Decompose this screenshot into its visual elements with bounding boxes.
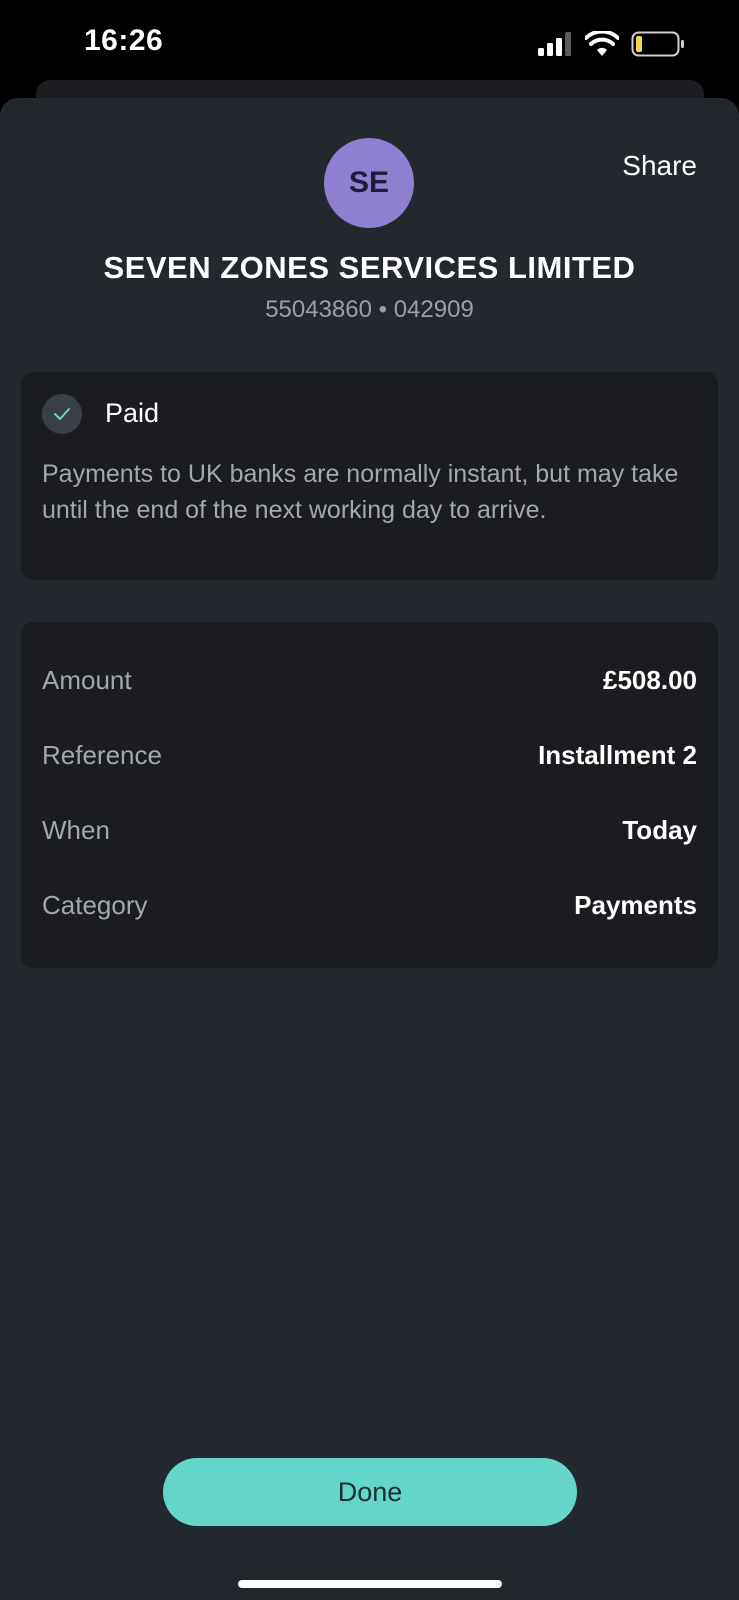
share-button[interactable]: Share xyxy=(622,150,697,182)
payment-details-card: Amount £508.00 Reference Installment 2 W… xyxy=(21,622,718,968)
avatar: SE xyxy=(324,138,414,228)
status-label: Paid xyxy=(105,398,160,428)
payment-status-card: Paid Payments to UK banks are normally i… xyxy=(21,372,718,580)
detail-value: Payments xyxy=(574,889,697,920)
home-indicator[interactable] xyxy=(238,1580,502,1588)
status-bar: 16:26 xyxy=(0,0,739,90)
account-info: 55043860 • 042909 xyxy=(265,296,474,323)
detail-value: Installment 2 xyxy=(538,739,697,770)
status-icons xyxy=(537,30,685,58)
detail-row-when: When Today xyxy=(42,810,697,850)
wifi-icon xyxy=(585,31,619,56)
payment-detail-sheet: SE Share SEVEN ZONES SERVICES LIMITED 55… xyxy=(0,98,739,1600)
detail-row-amount: Amount £508.00 xyxy=(42,660,697,700)
detail-label: When xyxy=(42,814,110,845)
detail-label: Reference xyxy=(42,739,162,770)
detail-value: £508.00 xyxy=(603,664,697,695)
cellular-signal-icon xyxy=(538,32,571,56)
detail-label: Amount xyxy=(42,664,132,695)
done-button[interactable]: Done xyxy=(163,1458,577,1526)
detail-row-category[interactable]: Category Payments xyxy=(42,885,697,925)
payee-name: SEVEN ZONES SERVICES LIMITED xyxy=(103,250,636,285)
detail-value: Today xyxy=(622,814,697,845)
check-icon xyxy=(42,394,82,434)
detail-row-reference: Reference Installment 2 xyxy=(42,735,697,775)
battery-low-icon xyxy=(631,31,684,57)
status-time: 16:26 xyxy=(84,24,164,57)
detail-label: Category xyxy=(42,889,148,920)
status-description: Payments to UK banks are normally instan… xyxy=(42,460,679,524)
